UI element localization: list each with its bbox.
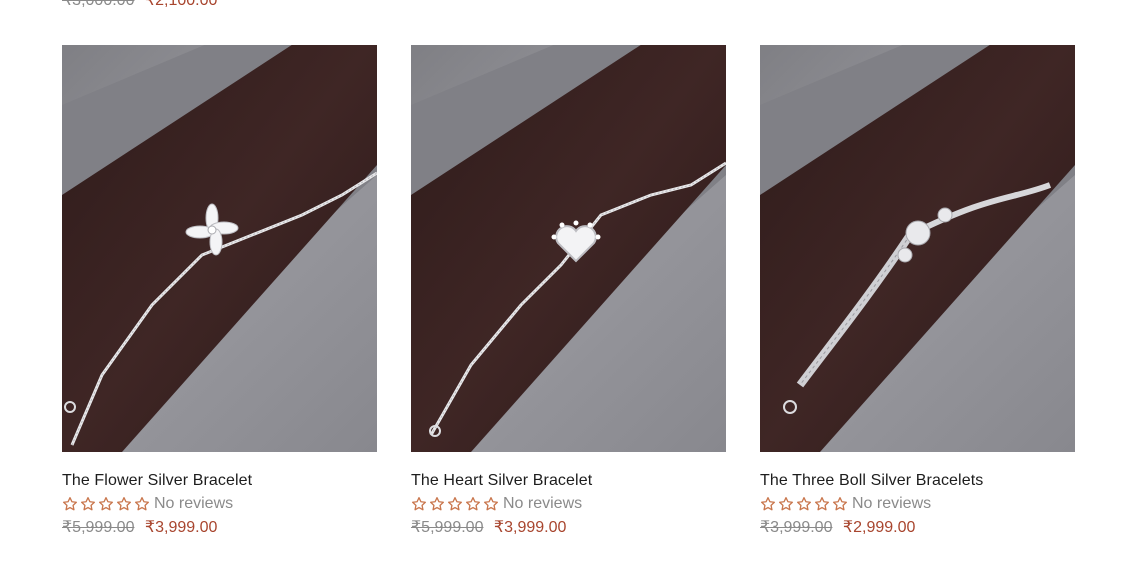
product-image[interactable] bbox=[411, 45, 726, 452]
star-outline-icon bbox=[412, 497, 426, 511]
price-row: ₹5,999.00 ₹3,999.00 bbox=[411, 517, 726, 539]
star-outline-icon bbox=[797, 497, 811, 511]
product-image[interactable] bbox=[62, 45, 377, 452]
sale-price: ₹3,999.00 bbox=[493, 519, 567, 536]
price-row: ₹5,999.00 ₹3,999.00 bbox=[62, 517, 377, 539]
compare-price: ₹5,999.00 bbox=[411, 519, 484, 536]
product-image[interactable] bbox=[760, 45, 1075, 452]
price-row: ₹3,999.00 ₹2,999.00 bbox=[760, 517, 1075, 539]
star-outline-icon bbox=[761, 497, 775, 511]
product-card[interactable]: The Three Boll Silver Bracelets No revie… bbox=[760, 45, 1075, 539]
previous-sale-price: ₹2,100.00 bbox=[144, 0, 218, 9]
sale-price: ₹3,999.00 bbox=[144, 519, 218, 536]
product-rating: No reviews bbox=[760, 493, 1075, 515]
star-outline-icon bbox=[484, 497, 498, 511]
previous-compare-price: ₹3,000.00 bbox=[62, 0, 135, 9]
three-ball-bracelet-photo bbox=[760, 45, 1075, 452]
reviews-count: No reviews bbox=[852, 495, 932, 512]
star-outline-icon bbox=[81, 497, 95, 511]
reviews-count: No reviews bbox=[154, 495, 234, 512]
compare-price: ₹3,999.00 bbox=[760, 519, 833, 536]
product-grid-page: ₹3,000.00 ₹2,100.00 The Flower Silver Br… bbox=[0, 0, 1131, 563]
product-rating: No reviews bbox=[62, 493, 377, 515]
star-outline-icon bbox=[466, 497, 480, 511]
star-outline-icon bbox=[833, 497, 847, 511]
star-outline-icon bbox=[117, 497, 131, 511]
flower-bracelet-photo bbox=[62, 45, 377, 452]
heart-bracelet-photo bbox=[411, 45, 726, 452]
compare-price: ₹5,999.00 bbox=[62, 519, 135, 536]
star-outline-icon bbox=[63, 497, 77, 511]
product-title[interactable]: The Flower Silver Bracelet bbox=[62, 471, 377, 491]
previous-row-price: ₹3,000.00 ₹2,100.00 bbox=[62, 0, 217, 10]
star-outline-icon bbox=[448, 497, 462, 511]
star-outline-icon bbox=[135, 497, 149, 511]
star-outline-icon bbox=[430, 497, 444, 511]
rating-stars bbox=[760, 496, 848, 512]
product-card[interactable]: The Flower Silver Bracelet No reviews ₹5… bbox=[62, 45, 377, 539]
product-grid: The Flower Silver Bracelet No reviews ₹5… bbox=[62, 45, 1075, 539]
rating-stars bbox=[62, 496, 150, 512]
sale-price: ₹2,999.00 bbox=[842, 519, 916, 536]
star-outline-icon bbox=[815, 497, 829, 511]
product-title[interactable]: The Three Boll Silver Bracelets bbox=[760, 471, 1075, 491]
product-title[interactable]: The Heart Silver Bracelet bbox=[411, 471, 726, 491]
rating-stars bbox=[411, 496, 499, 512]
star-outline-icon bbox=[99, 497, 113, 511]
star-outline-icon bbox=[779, 497, 793, 511]
product-rating: No reviews bbox=[411, 493, 726, 515]
reviews-count: No reviews bbox=[503, 495, 583, 512]
product-card[interactable]: The Heart Silver Bracelet No reviews ₹5,… bbox=[411, 45, 726, 539]
